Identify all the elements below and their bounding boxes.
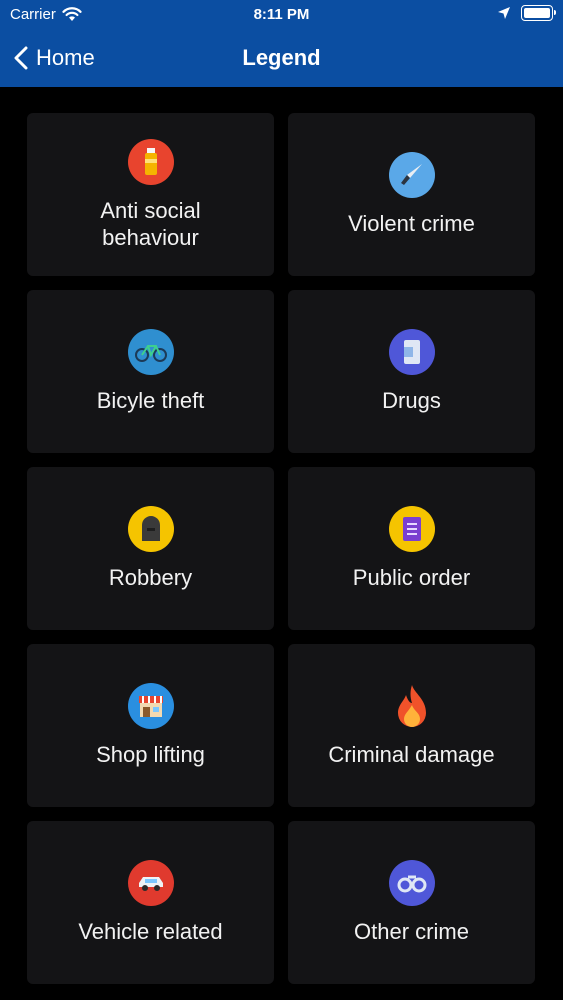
legend-tile-anti-social-behaviour[interactable]: Anti social behaviour	[27, 113, 274, 276]
legend-tile-violent-crime[interactable]: Violent crime	[288, 113, 535, 276]
legend-grid: Anti social behaviour Violent crime Bicy…	[27, 113, 535, 984]
legend-label: Public order	[352, 565, 471, 590]
fire-icon	[389, 683, 435, 729]
tombstone-icon	[127, 506, 174, 552]
car-icon	[127, 860, 174, 906]
battery-icon	[521, 5, 556, 21]
legend-label: Vehicle related	[78, 919, 223, 944]
legend-label: Other crime	[354, 919, 469, 944]
drugs-icon	[388, 329, 435, 375]
legend-label: Robbery	[108, 565, 193, 590]
page-title: Legend	[242, 45, 321, 70]
legend-tile-public-order[interactable]: Public order	[288, 467, 535, 630]
legend-label: Drugs	[382, 388, 441, 413]
shop-icon	[127, 683, 174, 729]
legend-tile-robbery[interactable]: Robbery	[27, 467, 274, 630]
legend-tile-criminal-damage[interactable]: Criminal damage	[288, 644, 535, 807]
knife-icon	[388, 152, 435, 198]
legend-label: Violent crime	[348, 211, 475, 236]
bicycle-icon	[127, 329, 174, 375]
legend-label: Bicyle theft	[96, 388, 205, 413]
legend-label: Anti social behaviour	[100, 197, 201, 250]
handcuffs-icon	[388, 860, 435, 906]
status-time: 8:11 PM	[253, 6, 310, 23]
legend-tile-vehicle-related[interactable]: Vehicle related	[27, 821, 274, 984]
status-right	[497, 5, 556, 21]
nav-bar: Home Legend	[0, 38, 563, 78]
document-icon	[388, 506, 435, 552]
legend-tile-bicycle-theft[interactable]: Bicyle theft	[27, 290, 274, 453]
location-arrow-icon	[498, 7, 510, 19]
legend-tile-drugs[interactable]: Drugs	[288, 290, 535, 453]
navigation-header: Carrier 8:11 PM Home Legend	[0, 0, 563, 87]
spray-can-icon	[127, 138, 174, 185]
status-bar: Carrier 8:11 PM	[0, 0, 563, 30]
legend-tile-shop-lifting[interactable]: Shop lifting	[27, 644, 274, 807]
legend-label: Shop lifting	[96, 742, 205, 767]
legend-label: Criminal damage	[328, 742, 495, 767]
legend-tile-other-crime[interactable]: Other crime	[288, 821, 535, 984]
